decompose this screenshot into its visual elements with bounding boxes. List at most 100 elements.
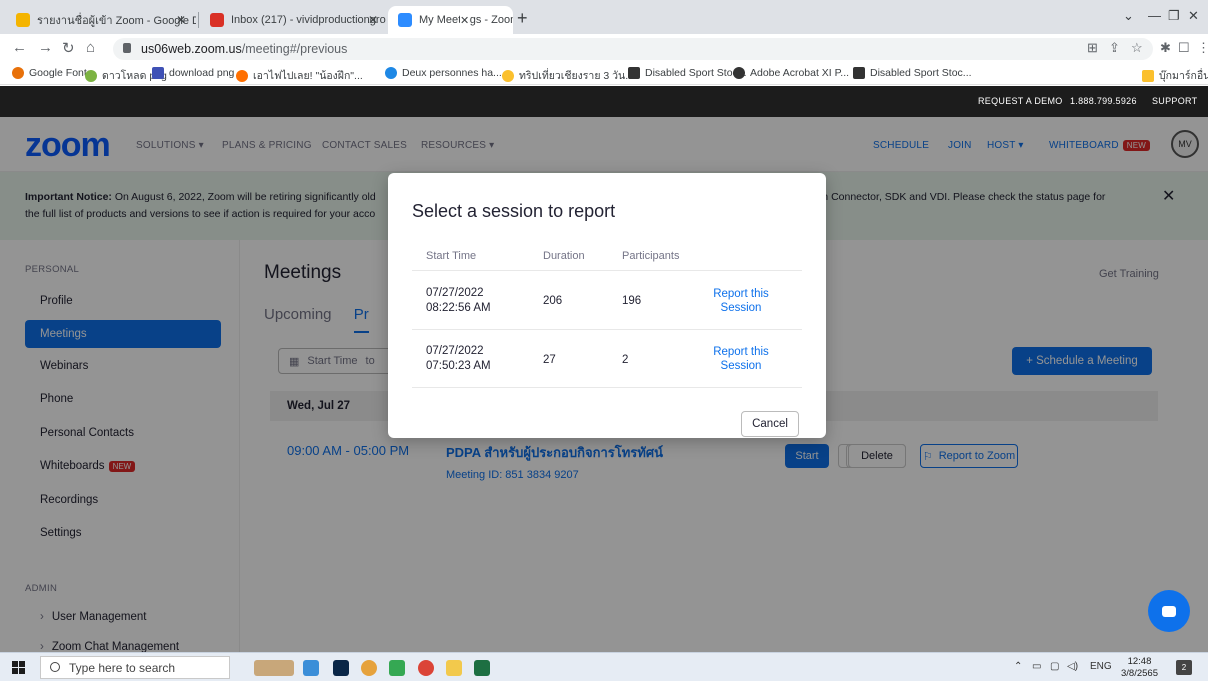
back-icon[interactable]: ←	[12, 39, 27, 56]
column-duration: Duration	[543, 250, 585, 262]
bookmark-icon	[733, 67, 745, 79]
bookmark-item[interactable]: Deux personnes ha...	[385, 67, 502, 79]
select-session-dialog: Select a session to report Start Time Du…	[388, 173, 826, 438]
report-link-line2: Session	[720, 360, 762, 372]
gmail-icon	[210, 13, 224, 27]
bookmark-icon	[853, 67, 865, 79]
bookmark-label: Disabled Sport Stoc...	[870, 67, 972, 79]
bookmark-item[interactable]: download png	[152, 67, 234, 79]
minimize-icon[interactable]: —	[1148, 8, 1161, 23]
app-icon[interactable]	[389, 660, 405, 676]
network-icon[interactable]: ▢	[1050, 661, 1059, 672]
search-icon	[50, 662, 60, 672]
bookmark-label: เอาไฟไปเลย! "น้องฝึก"...	[253, 70, 363, 82]
session-participants: 2	[622, 354, 629, 366]
share-icon[interactable]: ⇪	[1109, 40, 1120, 56]
app-icon[interactable]	[303, 660, 319, 676]
windows-taskbar: Type here to search ⌃ ▭ ▢ ◁) ENG 12:48 3…	[0, 652, 1208, 681]
bookmark-item[interactable]: เอาไฟไปเลย! "น้องฝึก"...	[236, 67, 363, 84]
file-explorer-icon[interactable]	[446, 660, 462, 676]
close-icon[interactable]: ✕	[460, 6, 470, 34]
bookmark-item[interactable]: ทริปเที่ยวเชียงราย 3 วัน...	[502, 67, 634, 84]
cancel-button[interactable]: Cancel	[741, 411, 799, 437]
session-start-time: 07/27/2022 07:50:23 AM	[426, 344, 491, 374]
photoshop-icon[interactable]	[333, 660, 349, 676]
close-window-icon[interactable]: ✕	[1188, 8, 1199, 24]
request-demo-link[interactable]: REQUEST A DEMO	[978, 96, 1063, 106]
chrome-icon[interactable]	[418, 660, 434, 676]
report-link-line1: Report this	[713, 346, 769, 358]
speaker-icon[interactable]: ◁)	[1067, 661, 1078, 672]
phone-link[interactable]: 1.888.799.5926	[1070, 96, 1137, 106]
chat-button[interactable]	[1148, 590, 1190, 632]
task-view-icon[interactable]	[254, 660, 294, 676]
other-bookmarks[interactable]: บุ๊กมาร์กอื่นๆ	[1142, 67, 1208, 84]
tab-google-drive[interactable]: รายงานชื่อผู้เข้า Zoom - Google Dri ✕	[6, 6, 196, 34]
language-indicator[interactable]: ENG	[1090, 661, 1112, 672]
tab-title: Inbox (217) - vividproductiongro	[231, 14, 386, 26]
chevron-down-icon[interactable]: ⌄	[1123, 8, 1134, 24]
zoom-page: zoom SOLUTIONS ▾ PLANS & PRICING CONTACT…	[0, 117, 1208, 652]
bookmarks-bar: Google Fonts ดาวโหลด png download png เอ…	[0, 63, 1208, 85]
bookmark-icon	[385, 67, 397, 79]
row-divider	[412, 387, 802, 388]
browser-toolbar: ← → ↻ ⌂ us06web.zoom.us/meeting#/previou…	[0, 34, 1208, 63]
new-tab-button[interactable]: +	[517, 8, 528, 29]
report-link-line2: Session	[720, 302, 762, 314]
row-divider	[412, 329, 802, 330]
lock-icon	[123, 43, 131, 53]
google-drive-icon	[16, 13, 30, 27]
url-host: us06web.zoom.us	[141, 42, 242, 56]
menu-icon[interactable]: ⋮	[1197, 40, 1208, 56]
zoom-top-strip: REQUEST A DEMO 1.888.799.5926 SUPPORT	[0, 86, 1208, 117]
tab-gmail[interactable]: Inbox (217) - vividproductiongro ✕	[200, 6, 388, 34]
chevron-up-icon[interactable]: ⌃	[1014, 661, 1022, 672]
excel-icon[interactable]	[474, 660, 490, 676]
tab-separator	[198, 12, 199, 28]
session-date: 07/27/2022	[426, 287, 484, 299]
bookmark-label: บุ๊กมาร์กอื่นๆ	[1159, 70, 1208, 82]
address-bar[interactable]: us06web.zoom.us/meeting#/previous	[113, 38, 1153, 60]
report-session-link[interactable]: Report this Session	[701, 345, 781, 373]
bookmark-icon	[502, 69, 514, 82]
report-session-link[interactable]: Report this Session	[701, 287, 781, 315]
close-icon[interactable]: ✕	[368, 13, 378, 27]
session-duration: 27	[543, 354, 556, 366]
bookmark-label: Google Fonts	[29, 67, 93, 79]
bookmark-item[interactable]: Disabled Sport Stoc...	[628, 67, 747, 79]
star-icon[interactable]: ☆	[1131, 40, 1143, 56]
folder-icon	[1142, 69, 1154, 82]
url-text[interactable]: us06web.zoom.us/meeting#/previous	[141, 42, 347, 56]
taskbar-search-input[interactable]: Type here to search	[40, 656, 230, 679]
zoom-icon	[398, 13, 412, 27]
home-icon[interactable]: ⌂	[86, 39, 95, 56]
restore-icon[interactable]: ❐	[1168, 8, 1180, 24]
support-link[interactable]: SUPPORT	[1152, 96, 1197, 106]
browser-tab-bar: รายงานชื่อผู้เข้า Zoom - Google Dri ✕ In…	[0, 0, 1208, 34]
google-fonts-icon	[12, 67, 24, 79]
forward-icon[interactable]: →	[38, 39, 53, 56]
tab-zoom[interactable]: My Meetings - Zoom	[388, 6, 513, 34]
column-participants: Participants	[622, 250, 680, 262]
dialog-title: Select a session to report	[412, 201, 616, 221]
clock[interactable]: 12:48 3/8/2565	[1121, 656, 1158, 680]
session-time: 08:22:56 AM	[426, 302, 491, 314]
profile-icon[interactable]: ☐	[1178, 40, 1190, 56]
bookmark-label: download png	[169, 67, 235, 79]
notification-icon[interactable]: 2	[1176, 660, 1192, 675]
bookmark-icon	[152, 67, 164, 79]
row-divider	[412, 270, 802, 271]
extensions-icon[interactable]: ✱	[1160, 40, 1171, 56]
bookmark-item[interactable]: Google Fonts	[12, 67, 92, 79]
reload-icon[interactable]: ↻	[62, 39, 75, 57]
bookmark-item[interactable]: Adobe Acrobat XI P...	[733, 67, 849, 79]
translate-icon[interactable]: ⊞	[1087, 40, 1098, 56]
close-icon[interactable]: ✕	[176, 13, 186, 27]
bookmark-label: Disabled Sport Stoc...	[645, 67, 747, 79]
windows-start-icon[interactable]	[12, 661, 25, 674]
chat-bubble-icon	[1162, 605, 1176, 617]
battery-icon[interactable]: ▭	[1032, 661, 1041, 672]
bookmark-item[interactable]: Disabled Sport Stoc...	[853, 67, 972, 79]
app-icon[interactable]	[361, 660, 377, 676]
search-placeholder: Type here to search	[69, 660, 176, 675]
